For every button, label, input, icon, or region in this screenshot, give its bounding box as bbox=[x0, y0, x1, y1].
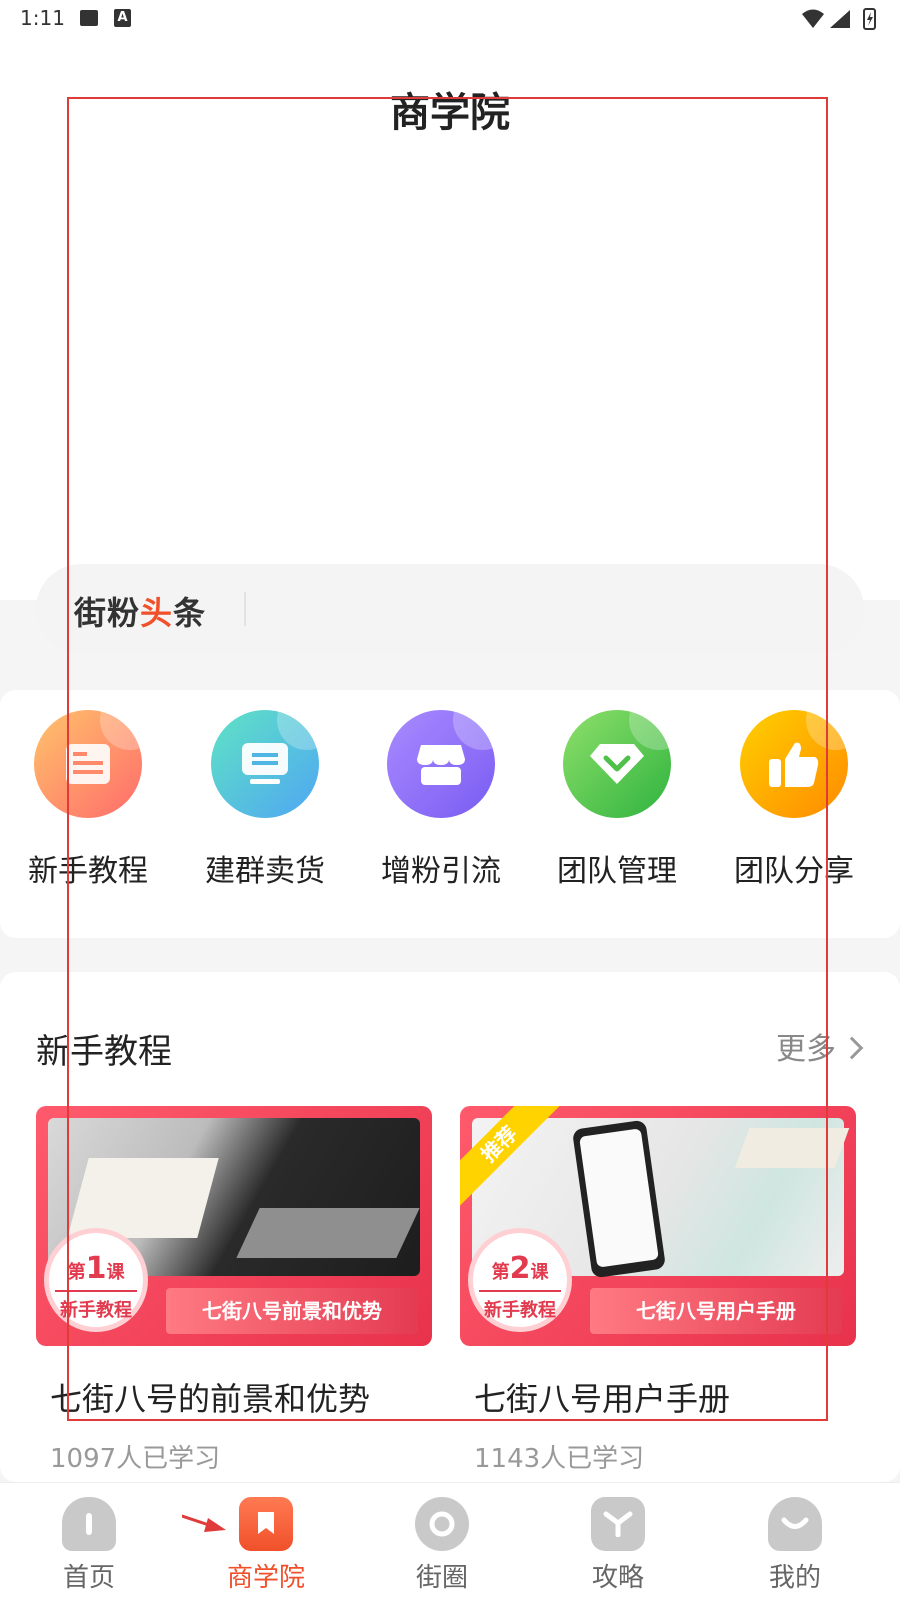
bottom-tab-bar: 首页 商学院 街圈 攻略 我的 bbox=[0, 1482, 900, 1600]
tab-mine[interactable]: 我的 bbox=[735, 1497, 855, 1594]
shortcut-group-sell[interactable]: 建群卖货 bbox=[185, 710, 345, 890]
news-divider bbox=[244, 592, 246, 626]
course-thumbnail: 七街八号用户手册 第2课 新手教程 推荐 bbox=[460, 1106, 856, 1346]
gallery-notification-icon bbox=[80, 10, 98, 26]
section-title: 新手教程 bbox=[36, 1032, 172, 1072]
lesson-badge: 第2课 新手教程 bbox=[468, 1228, 572, 1332]
shortcut-label: 建群卖货 bbox=[205, 854, 325, 889]
course-card[interactable]: 七街八号用户手册 第2课 新手教程 推荐 七街八号用户手册 1143人已学习 bbox=[460, 1106, 856, 1475]
home-icon bbox=[62, 1497, 116, 1551]
thumbs-up-icon bbox=[740, 710, 848, 818]
text-notification-icon: A bbox=[114, 9, 131, 27]
tab-label: 攻略 bbox=[591, 1563, 644, 1593]
wifi-icon bbox=[802, 9, 824, 28]
tab-street-circle[interactable]: 街圈 bbox=[382, 1497, 502, 1594]
course-card[interactable]: 七街八号前景和优势 第1课 新手教程 七街八号的前景和优势 1097人已学习 bbox=[36, 1106, 432, 1475]
course-banner: 七街八号用户手册 bbox=[590, 1288, 842, 1334]
course-learners: 1143人已学习 bbox=[474, 1444, 645, 1474]
tab-label: 首页 bbox=[62, 1563, 115, 1593]
news-bar[interactable]: 街粉头条 bbox=[36, 564, 864, 654]
tab-label: 商学院 bbox=[226, 1563, 305, 1593]
user-icon bbox=[768, 1497, 822, 1551]
shortcut-card: 新手教程 建群卖货 增粉引流 团队管理 团队分享 bbox=[0, 690, 900, 938]
beginner-icon bbox=[34, 710, 142, 818]
page-title: 商学院 bbox=[390, 90, 510, 136]
shortcut-label: 团队分享 bbox=[734, 854, 854, 889]
circle-icon bbox=[415, 1497, 469, 1551]
shortcut-label: 团队管理 bbox=[557, 854, 677, 889]
bookmark-book-icon bbox=[239, 1497, 293, 1551]
shortcut-grow-fans[interactable]: 增粉引流 bbox=[361, 710, 521, 890]
status-time: 1:11 bbox=[20, 6, 65, 30]
status-bar: 1:11 A bbox=[0, 0, 900, 40]
shortcut-team-manage[interactable]: 团队管理 bbox=[537, 710, 697, 890]
tab-guide[interactable]: 攻略 bbox=[558, 1497, 678, 1594]
lesson-badge: 第1课 新手教程 bbox=[44, 1228, 148, 1332]
course-title: 七街八号的前景和优势 bbox=[50, 1380, 371, 1418]
course-banner: 七街八号前景和优势 bbox=[166, 1288, 418, 1334]
tutorial-section: 新手教程 更多 七街八号前景和优势 第1课 新手教程 七街八号的前景和优势 10… bbox=[0, 972, 900, 1482]
course-thumbnail: 七街八号前景和优势 第1课 新手教程 bbox=[36, 1106, 432, 1346]
signal-icon bbox=[830, 10, 850, 28]
more-label: 更多 bbox=[776, 1032, 836, 1067]
shortcut-beginner[interactable]: 新手教程 bbox=[8, 710, 168, 890]
tab-label: 街圈 bbox=[415, 1563, 468, 1593]
course-title: 七街八号用户手册 bbox=[474, 1380, 731, 1418]
course-learners: 1097人已学习 bbox=[50, 1444, 221, 1474]
chevron-right-icon bbox=[840, 1036, 864, 1059]
news-logo: 街粉头条 bbox=[74, 594, 207, 632]
shop-icon bbox=[387, 710, 495, 818]
shortcut-label: 增粉引流 bbox=[381, 854, 501, 889]
cube-icon bbox=[591, 1497, 645, 1551]
diamond-icon bbox=[563, 710, 671, 818]
tab-label: 我的 bbox=[768, 1563, 821, 1593]
pointer-arrow-icon bbox=[182, 1514, 226, 1532]
shortcut-label: 新手教程 bbox=[28, 854, 148, 889]
status-icons bbox=[802, 8, 876, 30]
tab-home[interactable]: 首页 bbox=[29, 1497, 149, 1594]
more-link[interactable]: 更多 bbox=[776, 1024, 864, 1068]
chat-board-icon bbox=[211, 710, 319, 818]
shortcut-team-share[interactable]: 团队分享 bbox=[714, 710, 874, 890]
